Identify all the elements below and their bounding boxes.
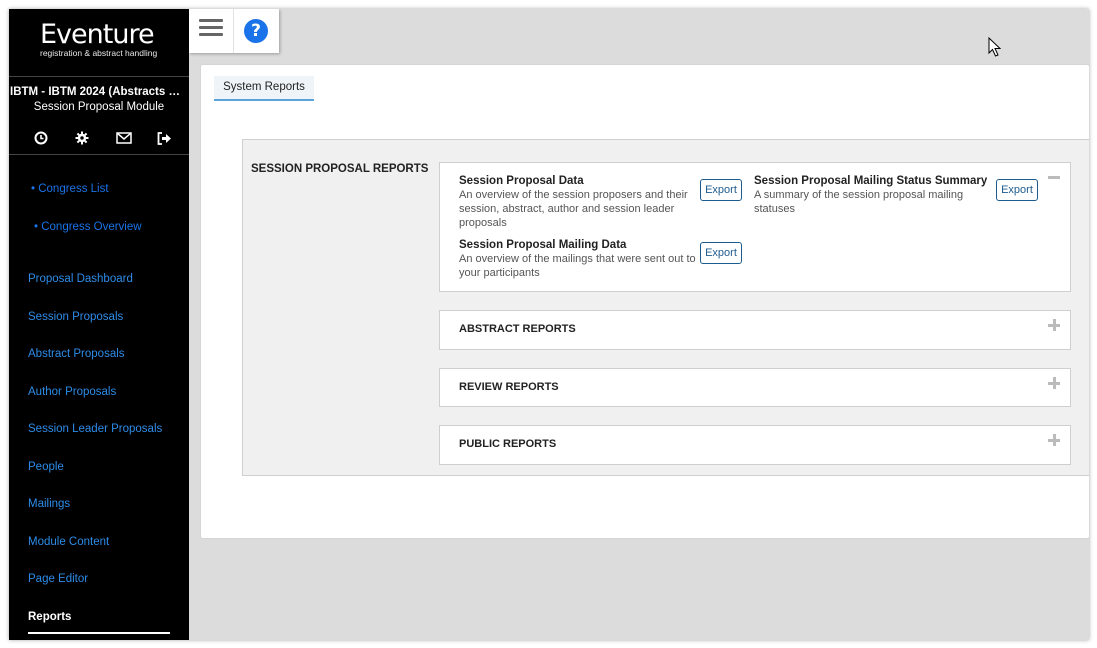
help-icon[interactable]: ? <box>244 19 268 43</box>
sidebar-item-people[interactable]: People <box>28 461 64 473</box>
sidebar-item-mailings[interactable]: Mailings <box>28 498 70 510</box>
active-nav-indicator <box>28 632 170 634</box>
sidebar-item-reports[interactable]: Reports <box>28 611 71 623</box>
mouse-cursor-icon <box>988 37 1002 57</box>
sidebar-item-page-editor[interactable]: Page Editor <box>28 573 88 585</box>
sidebar-divider <box>9 154 189 155</box>
brand-logo[interactable]: Eventure registration & abstract handlin… <box>40 19 160 59</box>
session-proposal-reports-panel: Session Proposal Data An overview of the… <box>439 162 1071 292</box>
app-window: Eventure registration & abstract handlin… <box>9 9 1089 640</box>
report-session-proposal-data: Session Proposal Data An overview of the… <box>459 174 697 230</box>
panel-title: ABSTRACT REPORTS <box>459 323 576 335</box>
section-label: SESSION PROPOSAL REPORTS <box>251 163 429 175</box>
collapse-icon[interactable] <box>1048 171 1060 183</box>
gear-icon[interactable] <box>74 130 90 146</box>
sidebar: Eventure registration & abstract handlin… <box>9 9 189 640</box>
sidebar-icon-bar <box>33 130 173 146</box>
hamburger-icon[interactable] <box>199 19 223 41</box>
export-button[interactable]: Export <box>996 179 1038 201</box>
report-mailing-data: Session Proposal Mailing Data An overvie… <box>459 238 697 280</box>
report-mailing-status-summary: Session Proposal Mailing Status Summary … <box>754 174 990 216</box>
sidebar-divider <box>9 76 189 77</box>
sign-out-icon[interactable] <box>157 130 173 146</box>
envelope-icon[interactable] <box>115 130 132 146</box>
sidebar-item-proposal-dashboard[interactable]: Proposal Dashboard <box>28 273 133 285</box>
report-title: Session Proposal Data <box>459 175 584 187</box>
expand-icon[interactable] <box>1048 377 1060 389</box>
sidebar-item-session-proposals[interactable]: Session Proposals <box>28 311 123 323</box>
report-description: A summary of the session proposal mailin… <box>754 189 964 215</box>
brand-name: Eventure <box>40 19 155 50</box>
export-button[interactable]: Export <box>700 179 742 201</box>
clock-icon[interactable] <box>33 130 49 146</box>
report-description: An overview of the mailings that were se… <box>459 253 696 279</box>
congress-overview-link[interactable]: • Congress Overview <box>34 221 142 233</box>
public-reports-panel[interactable]: PUBLIC REPORTS <box>439 425 1071 465</box>
review-reports-panel[interactable]: REVIEW REPORTS <box>439 368 1071 407</box>
sidebar-item-abstract-proposals[interactable]: Abstract Proposals <box>28 348 125 360</box>
brand-tagline: registration & abstract handling <box>40 48 158 58</box>
sidebar-item-session-leader-proposals[interactable]: Session Leader Proposals <box>28 423 162 435</box>
expand-icon[interactable] <box>1048 434 1060 446</box>
report-title: Session Proposal Mailing Data <box>459 239 627 251</box>
abstract-reports-panel[interactable]: ABSTRACT REPORTS <box>439 310 1071 350</box>
toolbar-divider <box>233 9 234 53</box>
sidebar-item-module-content[interactable]: Module Content <box>28 536 109 548</box>
report-title: Session Proposal Mailing Status Summary <box>754 175 988 187</box>
reports-section: SESSION PROPOSAL REPORTS Session Proposa… <box>242 139 1089 476</box>
top-toolbar: ? <box>189 9 279 53</box>
panel-title: REVIEW REPORTS <box>459 381 559 393</box>
module-title: Session Proposal Module <box>33 101 165 113</box>
sidebar-item-author-proposals[interactable]: Author Proposals <box>28 386 116 398</box>
congress-title: IBTM - IBTM 2024 (Abstracts & Par... <box>10 86 189 98</box>
tab-system-reports[interactable]: System Reports <box>214 76 314 101</box>
report-description: An overview of the session proposers and… <box>459 189 688 229</box>
expand-icon[interactable] <box>1048 319 1060 331</box>
panel-title: PUBLIC REPORTS <box>459 438 557 450</box>
main-panel: System Reports SESSION PROPOSAL REPORTS … <box>200 64 1089 539</box>
export-button[interactable]: Export <box>700 242 742 264</box>
congress-list-link[interactable]: • Congress List <box>31 183 109 195</box>
